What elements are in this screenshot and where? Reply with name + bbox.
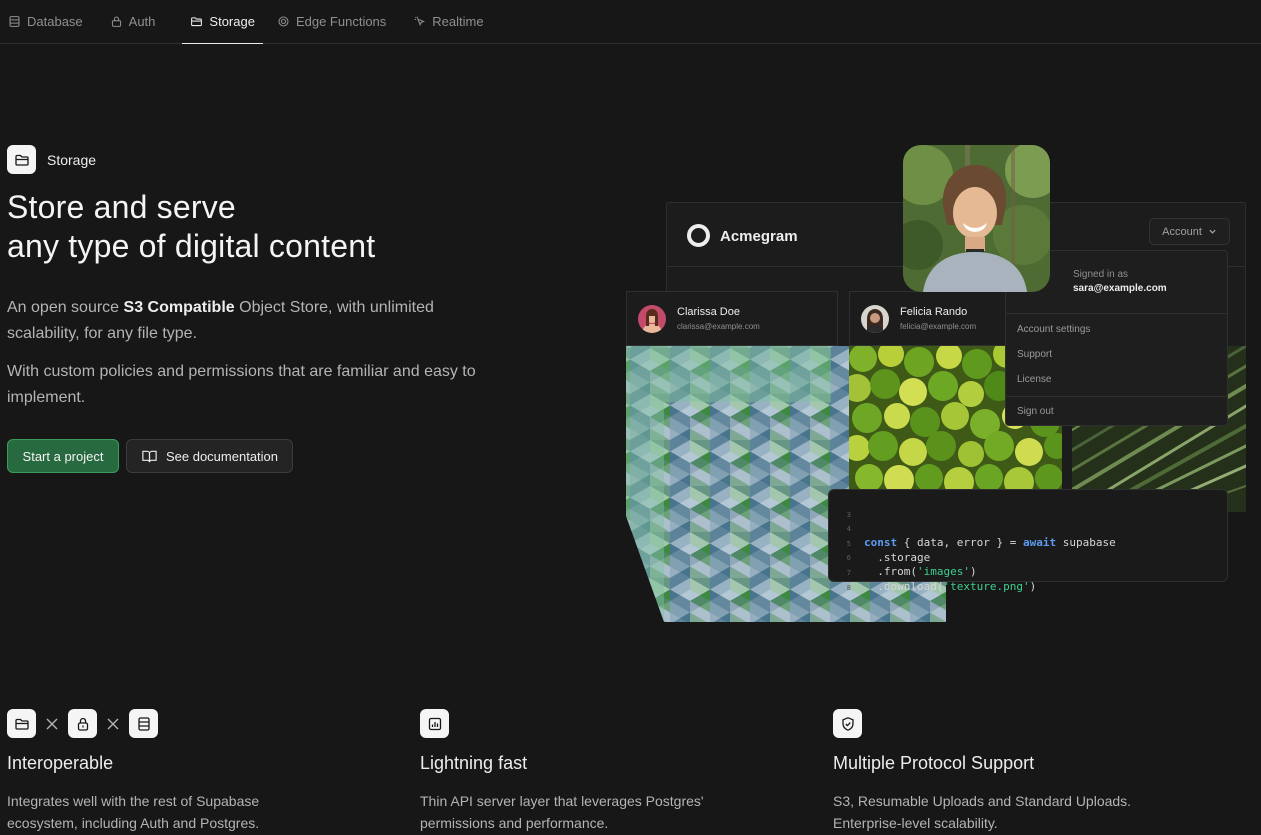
- lock-icon: [111, 16, 121, 27]
- user-name: Felicia Rando: [900, 306, 968, 318]
- menu-item-account-settings[interactable]: Account settings: [1017, 324, 1090, 335]
- shield-check-icon: [841, 716, 854, 731]
- tab-label: Storage: [209, 14, 255, 29]
- code-fragment: .from(: [864, 565, 917, 578]
- user-card-felicia: Felicia Rando felicia@example.com: [849, 291, 1007, 346]
- line-number: 8: [846, 584, 851, 592]
- database-icon: [137, 716, 150, 731]
- times-icon: [107, 718, 119, 729]
- acmegram-logo-icon: [687, 224, 710, 247]
- hero-subdescription: With custom policies and permissions tha…: [7, 363, 476, 406]
- see-documentation-button[interactable]: See documentation: [126, 439, 293, 473]
- code-fragment: .download(: [864, 580, 944, 593]
- folder-icon: [191, 17, 203, 27]
- dropdown-divider: [1006, 396, 1227, 397]
- folder-icon: [14, 718, 29, 730]
- tab-auth[interactable]: Auth: [110, 0, 169, 43]
- user-name: Clarissa Doe: [677, 306, 740, 318]
- code-line: 6 .from('images'): [829, 537, 977, 578]
- feature-title: Multiple Protocol Support: [833, 753, 1035, 773]
- start-project-label: Start a project: [22, 448, 104, 464]
- shield-icon-box: [833, 709, 862, 738]
- hero-title-line-2: any type of digital content: [7, 228, 376, 264]
- user-avatar: [861, 305, 889, 333]
- product-badge: Storage: [7, 145, 96, 174]
- storage-badge-icon-box: [7, 145, 36, 174]
- menu-item-support[interactable]: Support: [1017, 349, 1052, 360]
- code-keyword: const: [864, 536, 898, 549]
- code-fragment: ): [1029, 580, 1037, 593]
- code-snippet-card: 3 4 const { data, error } = await supaba…: [828, 489, 1228, 593]
- profile-photo: [903, 145, 1050, 292]
- book-icon: [142, 450, 157, 462]
- chart-icon-box: [420, 709, 449, 738]
- feature-title: Interoperable: [7, 753, 114, 773]
- tab-database[interactable]: Database: [8, 0, 96, 43]
- hero-title: Store and serve any type of digital cont…: [7, 188, 375, 266]
- folder-icon: [14, 154, 29, 166]
- feature-title: Lightning fast: [420, 753, 528, 773]
- code-string: 'images': [916, 565, 970, 578]
- code-fragment: { data, error } =: [897, 536, 1023, 549]
- realtime-icon: [414, 16, 426, 27]
- code-string: 'texture.png': [943, 580, 1030, 593]
- tab-label: Database: [27, 14, 83, 29]
- hero-description-pre: An open source: [7, 299, 124, 316]
- lightning-fast-icons: [420, 709, 449, 738]
- code-line: 5 .storage: [829, 523, 930, 564]
- bar-chart-icon: [428, 717, 441, 730]
- tab-label: Realtime: [432, 14, 484, 29]
- code-fragment: supabase: [1056, 536, 1116, 549]
- code-text: .download('texture.png'): [864, 580, 1036, 594]
- tab-storage[interactable]: Storage: [182, 0, 263, 44]
- signed-in-label: Signed in as: [1073, 269, 1129, 280]
- protocol-support-icons: [833, 709, 862, 738]
- hero-description: An open source S3 Compatible Object Stor…: [7, 295, 497, 347]
- feature-description: S3, Resumable Uploads and Standard Uploa…: [833, 793, 1132, 831]
- lock-icon-box: [68, 709, 97, 738]
- tab-realtime[interactable]: Realtime: [413, 0, 496, 43]
- feature-description: Integrates well with the rest of Supabas…: [7, 793, 260, 831]
- lock-icon: [77, 717, 88, 731]
- see-documentation-label: See documentation: [165, 448, 279, 464]
- chevron-down-icon: [1209, 229, 1216, 234]
- feature-description: Thin API server layer that leverages Pos…: [420, 793, 704, 831]
- hero-title-line-1: Store and serve: [7, 189, 236, 225]
- code-line: 4 const { data, error } = await supabase: [829, 508, 1116, 549]
- tab-label: Auth: [128, 14, 156, 29]
- signed-in-email: sara@example.com: [1073, 283, 1167, 294]
- menu-item-license[interactable]: License: [1017, 374, 1051, 385]
- interoperable-icons: [7, 709, 158, 738]
- dropdown-divider: [1006, 313, 1227, 314]
- code-text: .storage: [864, 551, 931, 564]
- code-text: const { data, error } = await supabase: [864, 536, 1116, 550]
- user-email: felicia@example.com: [900, 322, 977, 331]
- user-email: clarissa@example.com: [677, 322, 760, 331]
- times-icon: [46, 718, 58, 729]
- edge-functions-icon: [278, 16, 289, 27]
- database-icon-box: [129, 709, 158, 738]
- code-fragment: ): [969, 565, 977, 578]
- tab-label: Edge Functions: [295, 14, 387, 29]
- tab-edge-functions[interactable]: Edge Functions: [277, 0, 399, 43]
- code-text: .from('images'): [864, 565, 977, 579]
- code-keyword: await: [1022, 536, 1057, 549]
- product-nav: Database Auth Storage Edge Functions Rea…: [0, 0, 1261, 44]
- account-button-label: Account: [1162, 225, 1202, 238]
- code-line: 7 .download('texture.png'): [829, 552, 1036, 593]
- folder-icon-box: [7, 709, 36, 738]
- code-line: 3: [829, 494, 856, 519]
- app-mockup-name: Acmegram: [720, 228, 798, 245]
- database-icon: [9, 16, 20, 27]
- user-avatar: [638, 305, 666, 333]
- code-line: 8: [829, 567, 856, 592]
- account-dropdown-button[interactable]: Account: [1149, 218, 1230, 245]
- hero-description-bold: S3 Compatible: [123, 299, 235, 316]
- start-project-button[interactable]: Start a project: [7, 439, 119, 473]
- user-card-clarissa: Clarissa Doe clarissa@example.com: [626, 291, 838, 346]
- menu-item-sign-out[interactable]: Sign out: [1017, 406, 1054, 417]
- product-badge-label: Storage: [47, 151, 97, 168]
